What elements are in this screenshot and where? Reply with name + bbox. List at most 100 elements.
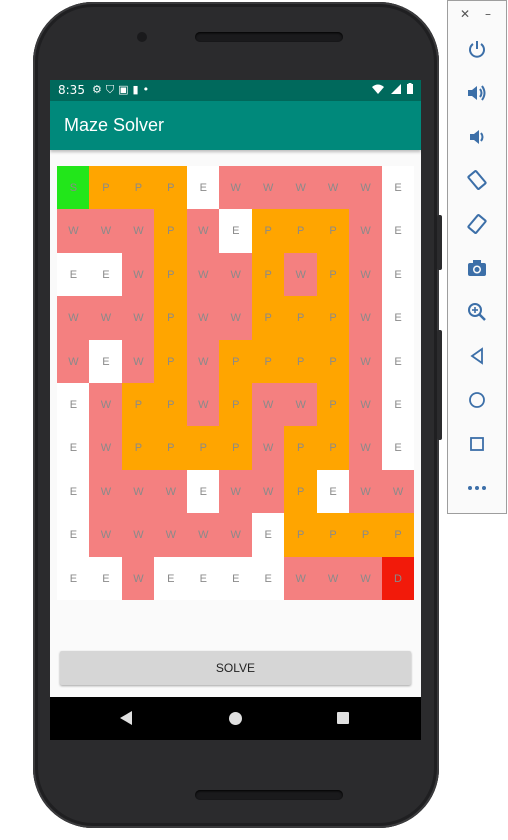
maze-cell: S (57, 166, 90, 210)
maze-cell: P (316, 209, 350, 254)
maze-cell: W (251, 166, 285, 210)
maze-cell: P (219, 339, 253, 384)
volume-rocker[interactable] (437, 215, 442, 270)
maze-cell: E (251, 513, 285, 558)
maze-cell: W (154, 469, 188, 514)
maze-cell: W (57, 339, 90, 384)
solve-button[interactable]: SOLVE (60, 651, 411, 685)
power-icon[interactable] (462, 36, 492, 62)
maze-cell: W (219, 166, 253, 210)
app-bar: Maze Solver (50, 101, 421, 150)
maze-cell: E (381, 252, 415, 297)
maze-cell: W (121, 513, 155, 558)
overview-icon[interactable] (462, 431, 492, 457)
maze-cell: W (186, 252, 220, 297)
close-icon[interactable]: ✕ (460, 7, 470, 21)
camera-icon[interactable] (462, 255, 492, 281)
maze-cell: W (349, 209, 383, 254)
maze-cell: P (154, 252, 188, 297)
maze-cell: P (251, 296, 285, 341)
wifi-icon (372, 84, 384, 94)
maze-cell: W (219, 513, 253, 558)
volume-down-icon[interactable] (462, 124, 492, 150)
status-time: 8:35 (58, 83, 85, 97)
volume-up-icon[interactable] (462, 80, 492, 106)
home-icon[interactable] (229, 712, 242, 725)
maze-cell: P (284, 426, 318, 471)
maze-cell: W (121, 252, 155, 297)
maze-cell: P (251, 339, 285, 384)
maze-cell: W (186, 513, 220, 558)
zoom-icon[interactable] (462, 299, 492, 325)
minimize-icon[interactable]: – (485, 7, 491, 21)
power-side-button[interactable] (437, 330, 442, 440)
maze-cell: P (381, 513, 415, 558)
maze-cell: E (89, 339, 123, 384)
maze-cell: W (121, 556, 155, 601)
maze-cell: W (89, 383, 123, 427)
maze-cell: W (251, 469, 285, 514)
maze-cell: P (154, 296, 188, 341)
maze-cell: W (349, 166, 383, 210)
maze-cell: P (316, 426, 350, 471)
back-icon[interactable] (120, 711, 132, 725)
gear-icon: ⚙ (92, 83, 106, 96)
maze-cell: E (186, 166, 220, 210)
maze-cell: E (89, 556, 123, 601)
maze-cell: E (219, 556, 253, 601)
maze-cell: W (349, 339, 383, 384)
more-icon[interactable] (462, 475, 492, 501)
maze-cell: W (186, 209, 220, 254)
rotate-right-icon[interactable] (462, 211, 492, 237)
maze-cell: W (284, 252, 318, 297)
battery-icon (407, 83, 413, 94)
a-icon: ▣ (118, 83, 133, 96)
maze-cell: W (89, 209, 123, 254)
maze-cell: P (186, 426, 220, 471)
maze-cell: P (349, 513, 383, 558)
maze-cell: E (381, 426, 415, 471)
status-notification-icons: ⚙⛉▣▮• (92, 83, 153, 97)
maze-cell: P (316, 296, 350, 341)
maze-cell: W (349, 556, 383, 601)
maze-cell: W (89, 426, 123, 471)
device-screen: 8:35 ⚙⛉▣▮• Maze Solver SPPPEWWWWWEWWWPWE… (50, 80, 421, 740)
maze-cell: P (251, 209, 285, 254)
maze-grid: SPPPEWWWWWEWWWPWEPPPWEEEWPWWPWPWEWWWPWWP… (57, 166, 415, 601)
recents-icon[interactable] (337, 712, 349, 724)
maze-cell: W (284, 166, 318, 210)
status-bar: 8:35 ⚙⛉▣▮• (50, 80, 421, 101)
maze-cell: E (251, 556, 285, 601)
navigation-bar (50, 697, 421, 740)
maze-cell: W (121, 469, 155, 514)
maze-cell: E (381, 296, 415, 341)
maze-cell: W (251, 383, 285, 427)
rotate-left-icon[interactable] (462, 167, 492, 193)
maze-cell: P (284, 513, 318, 558)
maze-cell: E (381, 209, 415, 254)
maze-cell: W (186, 296, 220, 341)
maze-cell: P (284, 469, 318, 514)
maze-cell: W (121, 296, 155, 341)
back-icon[interactable] (462, 343, 492, 369)
maze-cell: E (57, 252, 90, 297)
maze-cell: E (186, 556, 220, 601)
maze-cell: W (121, 209, 155, 254)
maze-cell: W (349, 426, 383, 471)
maze-cell: P (219, 426, 253, 471)
maze-cell: P (316, 513, 350, 558)
maze-cell: P (316, 252, 350, 297)
maze-cell: W (349, 469, 383, 514)
home-icon[interactable] (462, 387, 492, 413)
maze-cell: P (284, 209, 318, 254)
maze-cell: E (186, 469, 220, 514)
maze-cell: E (57, 513, 90, 558)
maze-cell: W (89, 296, 123, 341)
maze-cell: W (381, 469, 415, 514)
dot-icon: • (142, 83, 154, 96)
maze-cell: E (57, 556, 90, 601)
maze-cell: P (121, 383, 155, 427)
maze-cell: W (186, 339, 220, 384)
maze-cell: E (154, 556, 188, 601)
maze-cell: W (316, 556, 350, 601)
